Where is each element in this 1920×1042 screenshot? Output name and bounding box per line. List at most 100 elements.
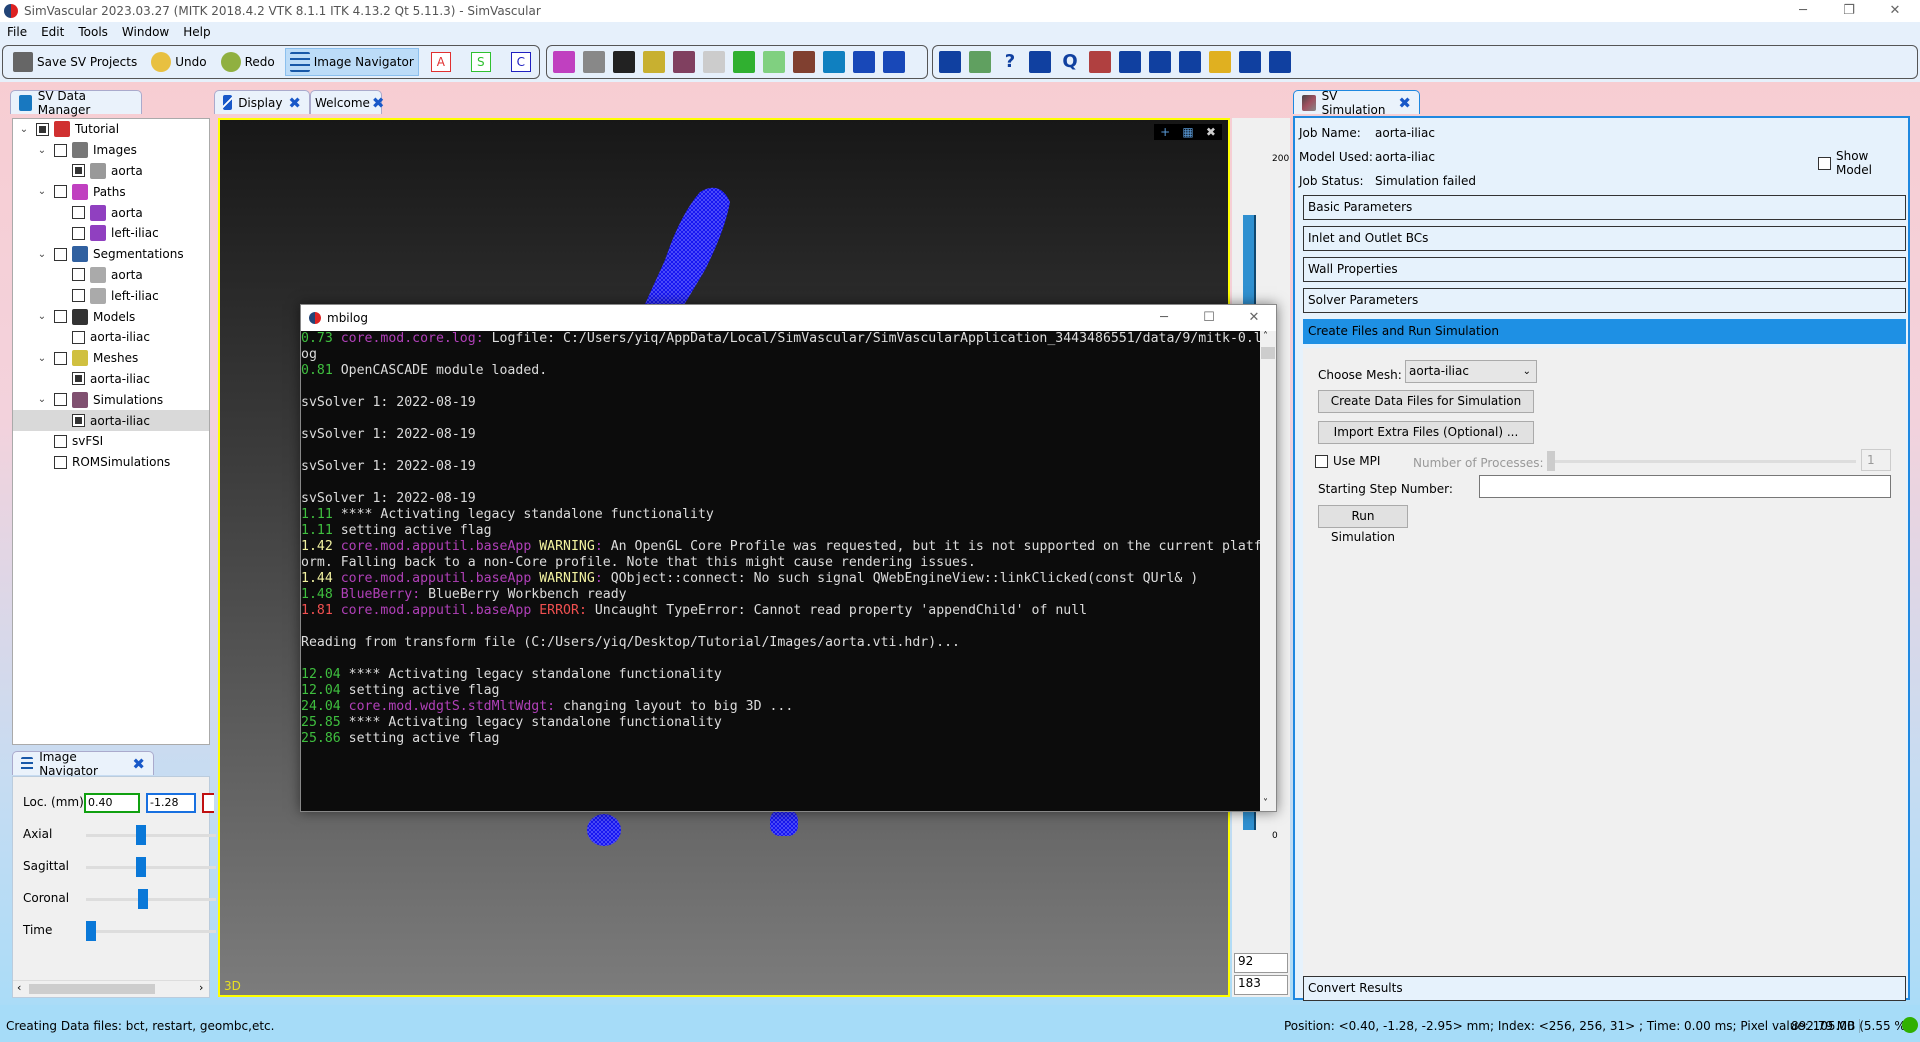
chevron-down-icon[interactable]: ⌄ xyxy=(35,145,49,156)
log-icon[interactable] xyxy=(1119,51,1141,73)
slider-thumb[interactable] xyxy=(136,825,146,845)
meshing-icon[interactable] xyxy=(643,51,665,73)
python-icon[interactable] xyxy=(1209,51,1231,73)
slider-thumb[interactable] xyxy=(86,921,96,941)
tab-welcome[interactable]: Welcome ✖ xyxy=(310,90,385,114)
menu-window[interactable]: Window xyxy=(115,25,176,39)
chevron-down-icon[interactable]: ⌄ xyxy=(35,249,49,260)
mbilog-maximize-button[interactable]: ☐ xyxy=(1186,307,1232,329)
visibility-checkbox[interactable] xyxy=(72,289,85,303)
visibility-checkbox[interactable] xyxy=(72,206,85,220)
help-list-icon[interactable] xyxy=(1029,51,1051,73)
nproc-spinbox[interactable]: 1 xyxy=(1861,449,1891,471)
cabinet-icon[interactable] xyxy=(823,51,845,73)
vertical-scrollbar[interactable]: ˄ ˅ xyxy=(1260,331,1276,811)
chevron-down-icon[interactable]: ⌄ xyxy=(17,124,31,135)
search-help-icon[interactable]: Q xyxy=(1059,51,1081,73)
transfer-icon[interactable] xyxy=(969,51,991,73)
results-icon[interactable] xyxy=(733,51,755,73)
help-icon[interactable]: ? xyxy=(999,51,1021,73)
modeling-icon[interactable] xyxy=(613,51,635,73)
tree-item[interactable]: aorta xyxy=(13,161,209,182)
loc-x-spinbox[interactable]: 0.40 xyxy=(84,793,140,813)
close-icon[interactable]: ✖ xyxy=(372,94,385,112)
visibility-checkbox[interactable] xyxy=(72,372,85,386)
path-planning-icon[interactable] xyxy=(553,51,575,73)
visibility-checkbox[interactable] xyxy=(72,414,85,428)
simulation-icon[interactable] xyxy=(673,51,695,73)
close-button[interactable]: ✕ xyxy=(1872,0,1918,22)
section-inlet-and-outlet-bcs[interactable]: Inlet and Outlet BCs xyxy=(1303,226,1906,251)
scroll-down-icon[interactable]: ˅ xyxy=(1263,798,1268,809)
visibility-checkbox[interactable] xyxy=(72,268,85,282)
tree-item[interactable]: ⌄ Tutorial xyxy=(13,119,209,140)
tree-item[interactable]: ROMSimulations xyxy=(13,452,209,473)
restore-button[interactable]: ❐ xyxy=(1826,0,1872,22)
visibility-checkbox[interactable] xyxy=(54,310,67,324)
visibility-checkbox[interactable] xyxy=(72,164,85,178)
use-mpi-checkbox[interactable]: Use MPI xyxy=(1315,454,1380,468)
chart-icon[interactable] xyxy=(1239,51,1261,73)
slider-sagittal[interactable] xyxy=(86,866,216,869)
tree-item[interactable]: ⌄ Segmentations xyxy=(13,244,209,265)
tab-data-manager[interactable]: SV Data Manager xyxy=(10,89,142,117)
tree-item[interactable]: aorta-iliac xyxy=(13,327,209,348)
checkbox[interactable] xyxy=(1315,454,1328,468)
segmentation-icon[interactable] xyxy=(583,51,605,73)
undo-button[interactable]: Undo xyxy=(147,48,210,76)
slider-thumb[interactable] xyxy=(138,889,148,909)
visibility-checkbox[interactable] xyxy=(54,185,67,199)
nproc-slider[interactable] xyxy=(1547,451,1856,471)
view-a-button[interactable]: A xyxy=(430,52,451,72)
chevron-down-icon[interactable]: ⌄ xyxy=(35,186,49,197)
tools-icon[interactable] xyxy=(1149,51,1171,73)
close-icon[interactable]: ✖ xyxy=(1398,94,1411,112)
visibility-checkbox[interactable] xyxy=(54,143,67,157)
menu-edit[interactable]: Edit xyxy=(34,25,71,39)
scrollbar-thumb[interactable] xyxy=(1261,347,1275,359)
visibility-checkbox[interactable] xyxy=(72,226,85,240)
menu-tools[interactable]: Tools xyxy=(71,25,115,39)
tree-item[interactable]: ⌄ Paths xyxy=(13,181,209,202)
tab-sv-simulation[interactable]: SV Simulation ✖ xyxy=(1293,89,1420,117)
visibility-checkbox[interactable] xyxy=(54,455,67,469)
save-projects-button[interactable]: Save SV Projects xyxy=(9,48,141,76)
view-c-button[interactable]: C xyxy=(510,52,531,72)
visibility-checkbox[interactable] xyxy=(54,393,67,407)
chevron-down-icon[interactable]: ⌄ xyxy=(35,353,49,364)
slider-coronal[interactable] xyxy=(86,898,216,901)
visibility-checkbox[interactable] xyxy=(36,122,49,136)
eye-icon[interactable] xyxy=(1269,51,1291,73)
tree-item[interactable]: ⌄ Simulations xyxy=(13,389,209,410)
box-icon[interactable] xyxy=(939,51,961,73)
loc-z-spinbox[interactable] xyxy=(202,793,214,813)
scrollbar-thumb[interactable] xyxy=(29,984,155,994)
window-input[interactable]: 183 xyxy=(1234,975,1288,995)
list-icon[interactable] xyxy=(1179,51,1201,73)
axes-icon[interactable] xyxy=(703,51,725,73)
tree-item[interactable]: aorta xyxy=(13,202,209,223)
section-create-files-and-run-simulation[interactable]: Create Files and Run Simulation xyxy=(1303,319,1906,344)
slider-axial[interactable] xyxy=(86,834,216,837)
view-s-button[interactable]: S xyxy=(470,52,491,72)
tab-image-navigator[interactable]: Image Navigator ✖ xyxy=(12,750,154,778)
pencil-icon[interactable] xyxy=(853,51,875,73)
tree-item[interactable]: left-iliac xyxy=(13,223,209,244)
start-step-input[interactable] xyxy=(1479,475,1891,498)
horizontal-scrollbar[interactable]: ‹ › xyxy=(13,980,209,996)
tree-item[interactable]: ⌄ Meshes xyxy=(13,348,209,369)
scroll-right-icon[interactable]: › xyxy=(199,981,203,994)
loc-y-spinbox[interactable]: -1.28 xyxy=(146,793,196,813)
slider-thumb[interactable] xyxy=(1547,451,1555,471)
choose-mesh-select[interactable]: aorta-iliac ⌄ xyxy=(1405,360,1537,383)
create-data-files-button[interactable]: Create Data Files for Simulation xyxy=(1318,390,1534,413)
show-model-checkbox[interactable]: Show Model xyxy=(1813,149,1908,177)
checkbox[interactable] xyxy=(1818,156,1831,170)
tree-item[interactable]: left-iliac xyxy=(13,285,209,306)
scroll-left-icon[interactable]: ‹ xyxy=(17,981,21,994)
chevron-down-icon[interactable]: ⌄ xyxy=(35,394,49,405)
menu-help[interactable]: Help xyxy=(176,25,217,39)
visibility-checkbox[interactable] xyxy=(54,247,67,261)
chevron-down-icon[interactable]: ⌄ xyxy=(35,311,49,322)
level-input[interactable]: 92 xyxy=(1234,953,1288,973)
